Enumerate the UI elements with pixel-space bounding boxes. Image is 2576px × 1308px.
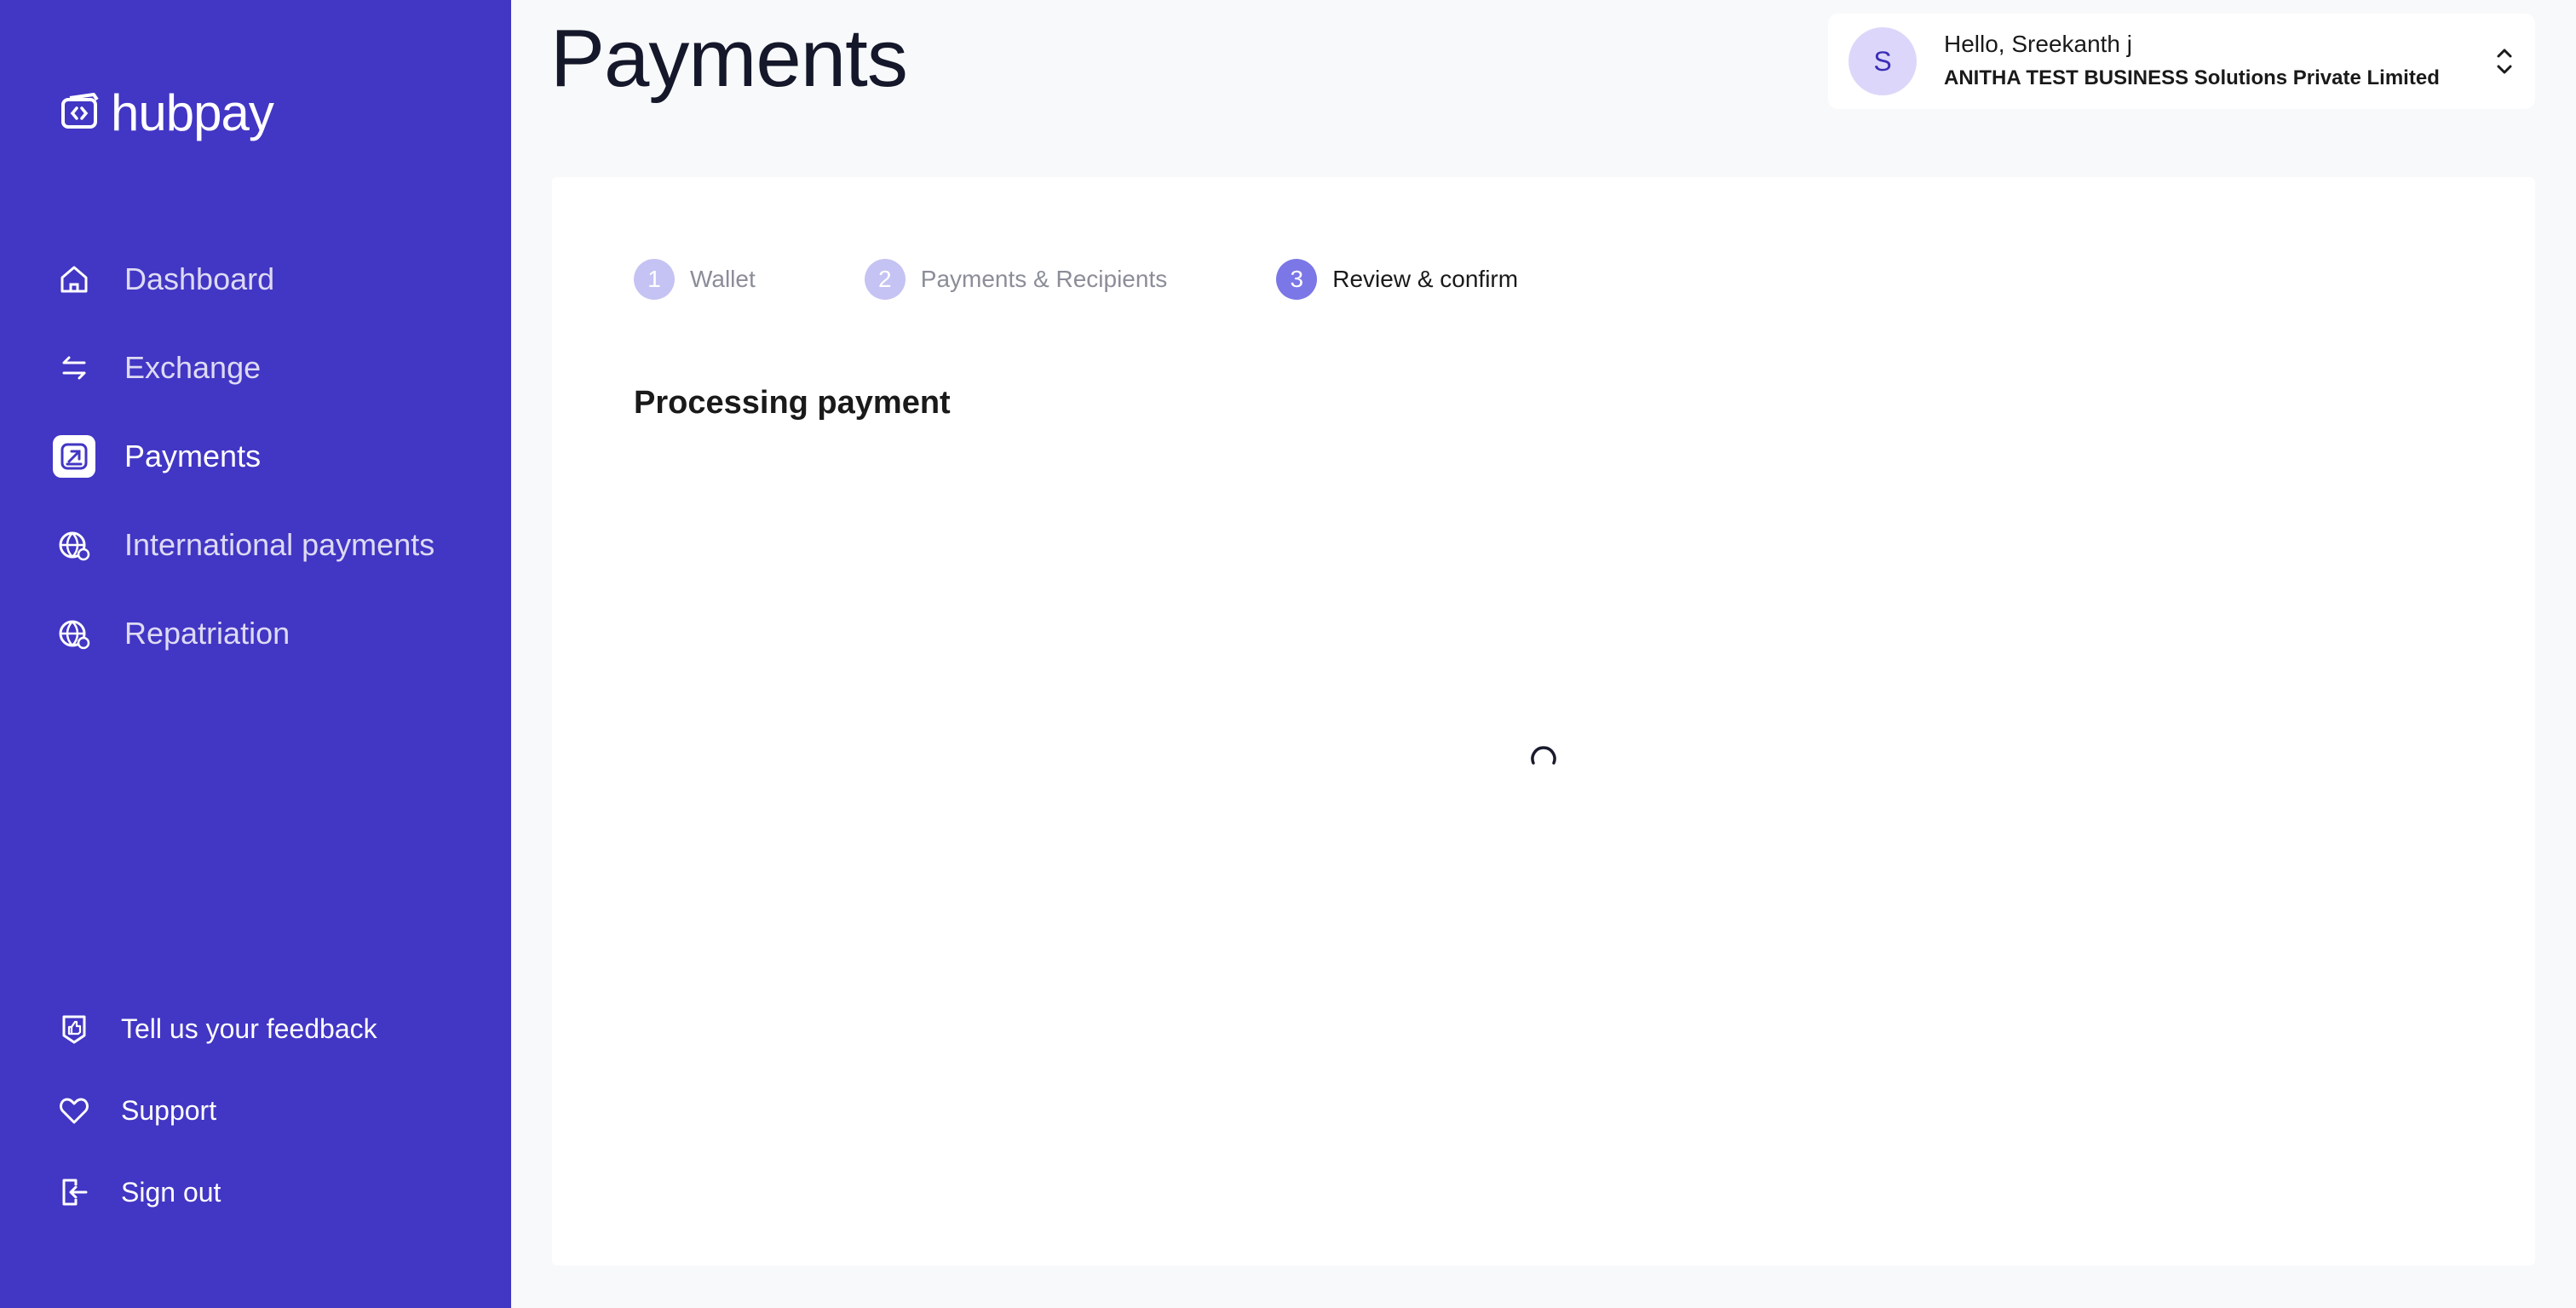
nav-item-dashboard[interactable]: Dashboard — [53, 235, 496, 324]
stepper: 1 Wallet 2 Payments & Recipients 3 Revie… — [634, 259, 1627, 300]
step-number: 2 — [864, 259, 906, 300]
nav-label: International payments — [124, 527, 435, 562]
step-label: Review & confirm — [1332, 266, 1519, 292]
step-label: Payments & Recipients — [920, 266, 1168, 292]
payment-panel: 1 Wallet 2 Payments & Recipients 3 Revie… — [552, 177, 2535, 1265]
app: hubpay Dashboard Exchange Payments Inter… — [0, 0, 2576, 1308]
sign-out-link[interactable]: Sign out — [53, 1151, 496, 1233]
page-title: Payments — [550, 13, 908, 104]
payments-icon — [53, 435, 95, 478]
sidebar: hubpay Dashboard Exchange Payments Inter… — [0, 0, 511, 1308]
loading-spinner-icon — [1531, 746, 1556, 765]
step-label: Wallet — [690, 266, 756, 292]
user-account-switcher[interactable]: S Hello, Sreekanth j ANITHA TEST BUSINES… — [1828, 14, 2535, 109]
nav-label: Dashboard — [124, 261, 275, 296]
company-name: ANITHA TEST BUSINESS Solutions Private L… — [1944, 66, 2440, 89]
bottom-nav: Tell us your feedback Support Sign out — [53, 988, 496, 1233]
home-icon — [53, 258, 95, 301]
step-payments-recipients[interactable]: 2 Payments & Recipients — [864, 259, 1168, 300]
chevron-up-down-icon — [2497, 49, 2512, 74]
user-greeting: Hello, Sreekanth j — [1944, 31, 2133, 57]
hubpay-logo[interactable]: hubpay — [60, 84, 274, 141]
nav-label: Exchange — [124, 350, 262, 385]
globe-icon — [53, 524, 95, 566]
nav-label: Payments — [124, 439, 262, 473]
nav-label: Tell us your feedback — [121, 1013, 377, 1044]
nav-label: Support — [121, 1094, 217, 1126]
nav-item-repatriation[interactable]: Repatriation — [53, 589, 496, 678]
feedback-link[interactable]: Tell us your feedback — [53, 988, 496, 1070]
nav-label: Sign out — [121, 1176, 221, 1208]
step-wallet[interactable]: 1 Wallet — [634, 259, 756, 300]
sign-out-icon — [53, 1171, 95, 1213]
processing-status: Processing payment — [634, 385, 951, 421]
step-number: 3 — [1276, 259, 1318, 300]
step-review-confirm[interactable]: 3 Review & confirm — [1276, 259, 1518, 300]
nav-item-exchange[interactable]: Exchange — [53, 324, 496, 412]
exchange-icon — [53, 347, 95, 389]
logo-icon — [61, 93, 99, 129]
globe-icon — [53, 612, 95, 655]
nav-item-international-payments[interactable]: International payments — [53, 501, 496, 589]
feedback-icon — [53, 1007, 95, 1050]
nav-label: Repatriation — [124, 616, 290, 651]
avatar: S — [1849, 27, 1917, 95]
heart-icon — [53, 1089, 95, 1132]
nav-item-payments[interactable]: Payments — [53, 412, 496, 501]
step-number: 1 — [634, 259, 675, 300]
main-nav: Dashboard Exchange Payments Internationa… — [53, 235, 496, 678]
support-link[interactable]: Support — [53, 1070, 496, 1151]
logo-text: hubpay — [111, 83, 274, 141]
